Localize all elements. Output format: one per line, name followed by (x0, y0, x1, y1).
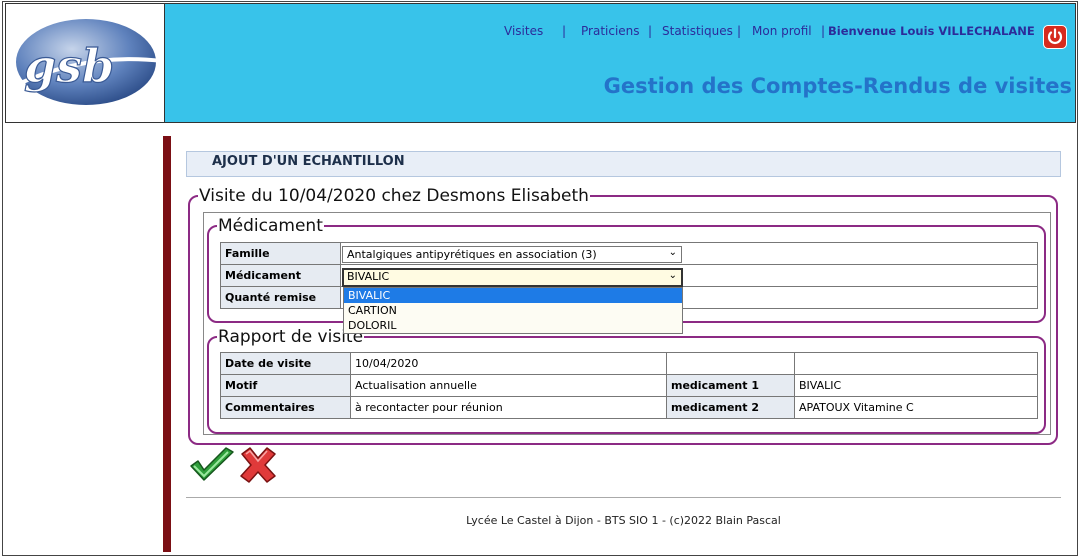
medicament1-label: medicament 1 (666, 374, 795, 397)
motif-value: Actualisation annuelle (350, 374, 667, 397)
section-title: AJOUT D'UN ECHANTILLON (186, 151, 1061, 177)
visit-legend: Visite du 10/04/2020 chez Desmons Elisab… (199, 186, 589, 206)
nav-separator: | (648, 24, 653, 38)
cross-icon (240, 447, 276, 483)
nav-separator: | (821, 24, 826, 38)
welcome-text: Bienvenue Louis VILLECHALANE (828, 24, 1035, 38)
medicament-select-value: BIVALIC (347, 270, 390, 283)
left-accent-bar (163, 136, 171, 552)
nav-praticiens[interactable]: Praticiens (581, 24, 640, 38)
quantite-label: Quanté remise (220, 286, 341, 309)
rapport-table: Date de visite 10/04/2020 Motif Actualis… (220, 352, 1038, 419)
nav-visites[interactable]: Visites (504, 24, 543, 38)
medicament-label: Médicament (220, 264, 341, 287)
logo-text: gsb (24, 39, 114, 93)
medicament1-value: BIVALIC (794, 374, 1038, 397)
nav-mon-profil[interactable]: Mon profil (752, 24, 812, 38)
checkmark-icon (190, 447, 234, 481)
nav-statistiques[interactable]: Statistiques (662, 24, 733, 38)
chevron-down-icon: ⌄ (668, 270, 677, 281)
validate-button[interactable] (188, 446, 236, 488)
famille-label: Famille (220, 242, 341, 265)
nav-separator: | (737, 24, 742, 38)
table-row: Motif Actualisation annuelle medicament … (220, 374, 1038, 397)
medicament2-value: APATOUX Vitamine C (794, 396, 1038, 419)
dropdown-option[interactable]: BIVALIC (344, 288, 682, 303)
medicament-legend: Médicament (218, 216, 323, 236)
motif-label: Motif (220, 374, 351, 397)
empty-cell (666, 352, 795, 375)
famille-select[interactable]: Antalgiques antipyrétiques en associatio… (342, 246, 682, 263)
medicament-select[interactable]: BIVALIC ⌄ (342, 268, 683, 287)
empty-cell (794, 352, 1038, 375)
rapport-legend: Rapport de visite (218, 327, 364, 347)
logo[interactable]: gsb (6, 4, 165, 122)
medicament2-label: medicament 2 (666, 396, 795, 419)
cancel-button[interactable] (238, 446, 278, 488)
page-header-title: Gestion des Comptes-Rendus de visites (603, 74, 1072, 98)
dropdown-option[interactable]: CARTION (344, 303, 682, 318)
commentaires-label: Commentaires (220, 396, 351, 419)
header: gsb Visites | Praticiens | Statistiques … (5, 3, 1076, 123)
logout-button[interactable] (1043, 25, 1067, 49)
date-label: Date de visite (220, 352, 351, 375)
gsb-logo-icon: gsb (13, 19, 163, 105)
commentaires-value: à recontacter pour réunion (350, 396, 667, 419)
medicament-dropdown-list: BIVALIC CARTION DOLORIL (343, 287, 683, 334)
nav-separator: | (562, 24, 567, 38)
chevron-down-icon: ⌄ (668, 247, 677, 258)
power-icon (1047, 28, 1063, 44)
table-row: Commentaires à recontacter pour réunion … (220, 396, 1038, 419)
table-row: Date de visite 10/04/2020 (220, 352, 1038, 375)
footer-divider (186, 497, 1061, 498)
footer-text: Lycée Le Castel à Dijon - BTS SIO 1 - (c… (466, 514, 781, 527)
famille-select-value: Antalgiques antipyrétiques en associatio… (347, 248, 597, 261)
date-value: 10/04/2020 (350, 352, 667, 375)
dropdown-option[interactable]: DOLORIL (344, 318, 682, 333)
